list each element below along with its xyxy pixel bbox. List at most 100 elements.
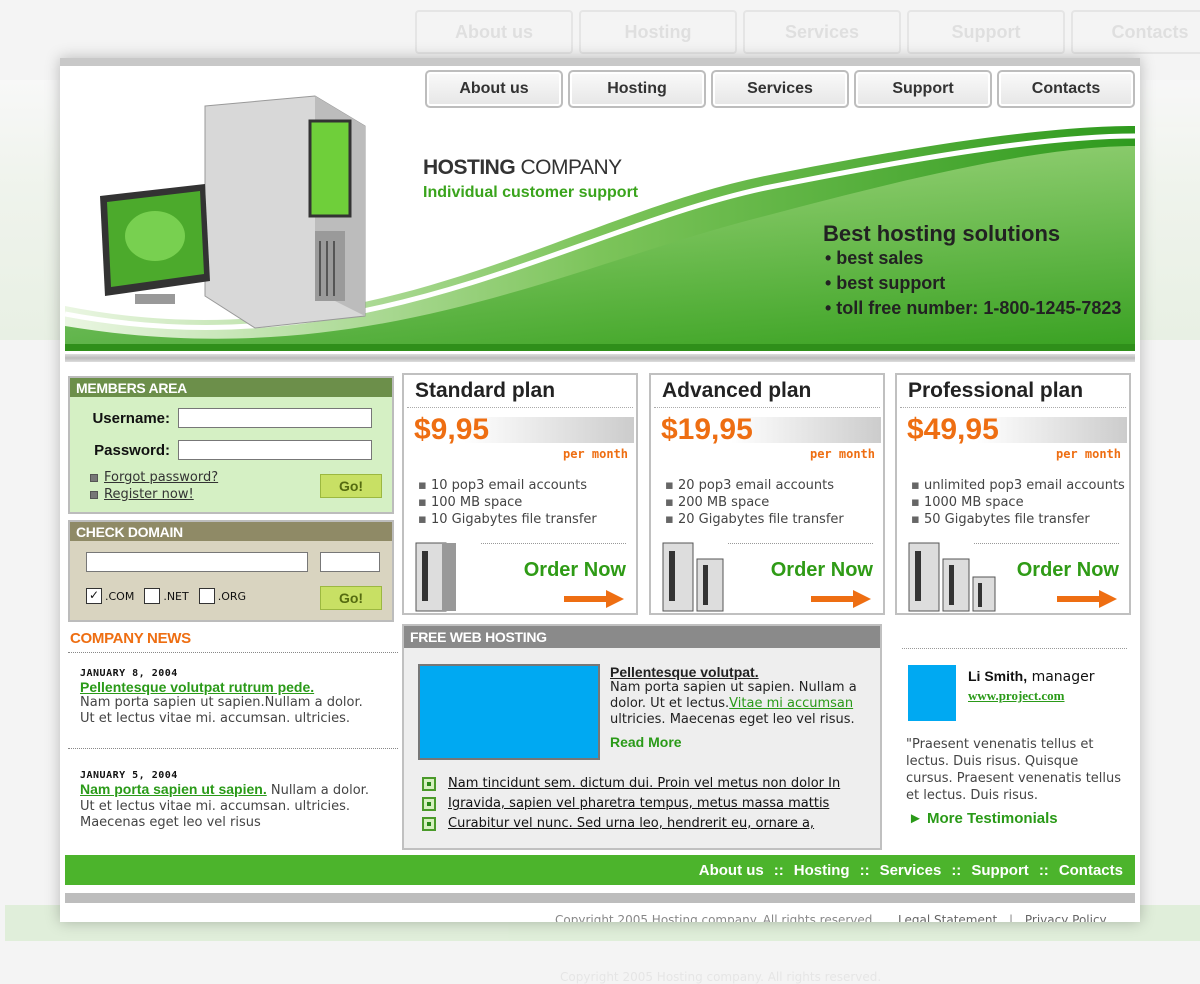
forgot-password-link[interactable]: Forgot password? bbox=[104, 470, 218, 485]
domain-input[interactable] bbox=[86, 552, 308, 572]
domain-go-button[interactable]: Go! bbox=[320, 586, 382, 610]
testimonial-quote: "Praesent venenatis tellus et lectus. Du… bbox=[906, 737, 1122, 803]
plan-features: 10 pop3 email accounts 100 MB space 10 G… bbox=[418, 477, 597, 528]
read-more-link[interactable]: Read More bbox=[610, 734, 870, 750]
order-now-button[interactable]: Order Now bbox=[1017, 559, 1119, 582]
slogan-bullet: • best sales bbox=[825, 248, 924, 268]
nav-hosting[interactable]: Hosting bbox=[568, 70, 706, 108]
plan-advanced: Advanced plan $19,95 per month 20 pop3 e… bbox=[649, 373, 885, 615]
plan-name: Professional plan bbox=[900, 375, 1126, 408]
author-role: manager bbox=[1027, 669, 1095, 685]
privacy-policy-link[interactable]: Privacy Policy bbox=[1025, 913, 1107, 922]
divider bbox=[728, 543, 873, 544]
footer-contacts[interactable]: Contacts bbox=[1059, 862, 1123, 879]
divider bbox=[68, 652, 398, 653]
free-headline[interactable]: Pellentesque volutpat. bbox=[610, 664, 870, 680]
brand-title-light: COMPANY bbox=[520, 156, 623, 179]
ghost-nav-item: About us bbox=[415, 10, 573, 54]
footer-sep: :: bbox=[773, 861, 784, 879]
server-icon bbox=[415, 542, 456, 612]
feature-item: 200 MB space bbox=[665, 494, 844, 511]
plan-professional: Professional plan $49,95 per month unlim… bbox=[895, 373, 1131, 615]
news-item: JANUARY 8, 2004 Pellentesque volutpat ru… bbox=[80, 668, 380, 727]
arrow-right-icon bbox=[564, 590, 624, 608]
checkbox-icon[interactable] bbox=[144, 588, 161, 604]
nav-contacts[interactable]: Contacts bbox=[997, 70, 1135, 108]
copyright: Copyright 2005 Hosting company. All righ… bbox=[555, 913, 1107, 922]
nav-support[interactable]: Support bbox=[854, 70, 992, 108]
list-item: Nam tincidunt sem. dictum dui. Proin vel… bbox=[422, 774, 840, 794]
tld-net-label: .NET bbox=[163, 589, 189, 603]
news-date: JANUARY 8, 2004 bbox=[80, 668, 178, 679]
nav-about-us[interactable]: About us bbox=[425, 70, 563, 108]
plan-price: $9,95 bbox=[414, 413, 490, 446]
tld-org[interactable]: .ORG bbox=[198, 588, 246, 604]
author-url[interactable]: www.project.com bbox=[968, 688, 1065, 704]
free-title: FREE WEB HOSTING bbox=[404, 626, 880, 648]
footer-hosting[interactable]: Hosting bbox=[794, 862, 850, 879]
image-placeholder bbox=[418, 664, 600, 760]
footer-about-us[interactable]: About us bbox=[699, 862, 764, 879]
main-nav: About us Hosting Services Support Contac… bbox=[425, 70, 1135, 108]
tld-net[interactable]: .NET bbox=[144, 588, 189, 604]
free-text: ultricies. Maecenas eget leo vel risus. bbox=[610, 712, 855, 727]
news-headline[interactable]: Pellentesque volutpat rutrum pede. bbox=[80, 679, 380, 695]
footer-services[interactable]: Services bbox=[880, 862, 942, 879]
author-name: Li Smith, bbox=[968, 668, 1028, 684]
header: About us Hosting Services Support Contac… bbox=[65, 66, 1135, 351]
checkbox-icon[interactable] bbox=[198, 588, 215, 604]
footer-support[interactable]: Support bbox=[971, 862, 1029, 879]
members-links: Forgot password? Register now! bbox=[90, 470, 218, 504]
testimonial-author: Li Smith, manager bbox=[968, 668, 1095, 685]
password-input[interactable] bbox=[178, 440, 372, 460]
free-link[interactable]: Vitae mi accumsan bbox=[729, 696, 853, 711]
list-link[interactable]: Curabitur vel nunc. Sed urna leo, hendre… bbox=[448, 814, 814, 834]
divider bbox=[902, 648, 1127, 649]
servers-icon bbox=[908, 542, 996, 612]
feature-item: 50 Gigabytes file transfer bbox=[911, 511, 1125, 528]
separator-bar bbox=[65, 354, 1135, 362]
bullet-icon bbox=[422, 817, 436, 831]
bullet-icon bbox=[422, 777, 436, 791]
footer-sep: :: bbox=[1038, 861, 1049, 879]
price-bar bbox=[731, 417, 881, 443]
list-link[interactable]: Nam tincidunt sem. dictum dui. Proin vel… bbox=[448, 774, 840, 794]
arrow-right-icon bbox=[811, 590, 871, 608]
template-card: About us Hosting Services Support Contac… bbox=[60, 58, 1140, 922]
checkbox-checked-icon[interactable]: ✓ bbox=[86, 588, 102, 604]
more-testimonials-link[interactable]: ► More Testimonials bbox=[908, 810, 1058, 827]
tld-com[interactable]: ✓ .COM bbox=[86, 588, 134, 604]
register-link[interactable]: Register now! bbox=[104, 487, 194, 502]
news-headline[interactable]: Nam porta sapien ut sapien. bbox=[80, 781, 267, 797]
divider bbox=[68, 748, 398, 749]
feature-item: 10 pop3 email accounts bbox=[418, 477, 597, 494]
order-now-button[interactable]: Order Now bbox=[771, 559, 873, 582]
footer-divider: | bbox=[1009, 913, 1014, 922]
footer-sep: :: bbox=[859, 861, 870, 879]
slogan-bullet: • best support bbox=[825, 273, 946, 293]
feature-item: 20 Gigabytes file transfer bbox=[665, 511, 844, 528]
feature-item: 20 pop3 email accounts bbox=[665, 477, 844, 494]
password-row: Password: bbox=[70, 440, 372, 460]
order-now-button[interactable]: Order Now bbox=[524, 559, 626, 582]
legal-statement-link[interactable]: Legal Statement bbox=[898, 913, 997, 922]
price-bar bbox=[464, 417, 634, 443]
bullet-icon bbox=[422, 797, 436, 811]
username-row: Username: bbox=[70, 408, 372, 428]
domain-ext-input[interactable] bbox=[320, 552, 380, 572]
nav-services[interactable]: Services bbox=[711, 70, 849, 108]
news-text: Nam porta sapien ut sapien.Nullam a dolo… bbox=[80, 695, 363, 726]
copyright-text: Copyright 2005 Hosting company. All righ… bbox=[555, 913, 877, 922]
plan-standard: Standard plan $9,95 per month 10 pop3 em… bbox=[402, 373, 638, 615]
top-bar bbox=[60, 58, 1140, 66]
login-go-button[interactable]: Go! bbox=[320, 474, 382, 498]
list-link[interactable]: Igravida, sapien vel pharetra tempus, me… bbox=[448, 794, 829, 814]
feature-item: 100 MB space bbox=[418, 494, 597, 511]
tld-options: ✓ .COM .NET .ORG bbox=[86, 588, 256, 604]
username-input[interactable] bbox=[178, 408, 372, 428]
news-date: JANUARY 5, 2004 bbox=[80, 770, 178, 781]
slogan-heading: Best hosting solutions bbox=[823, 221, 1061, 246]
server-illustration bbox=[100, 95, 366, 329]
ghost-nav-item: Services bbox=[743, 10, 901, 54]
price-bar bbox=[977, 417, 1127, 443]
